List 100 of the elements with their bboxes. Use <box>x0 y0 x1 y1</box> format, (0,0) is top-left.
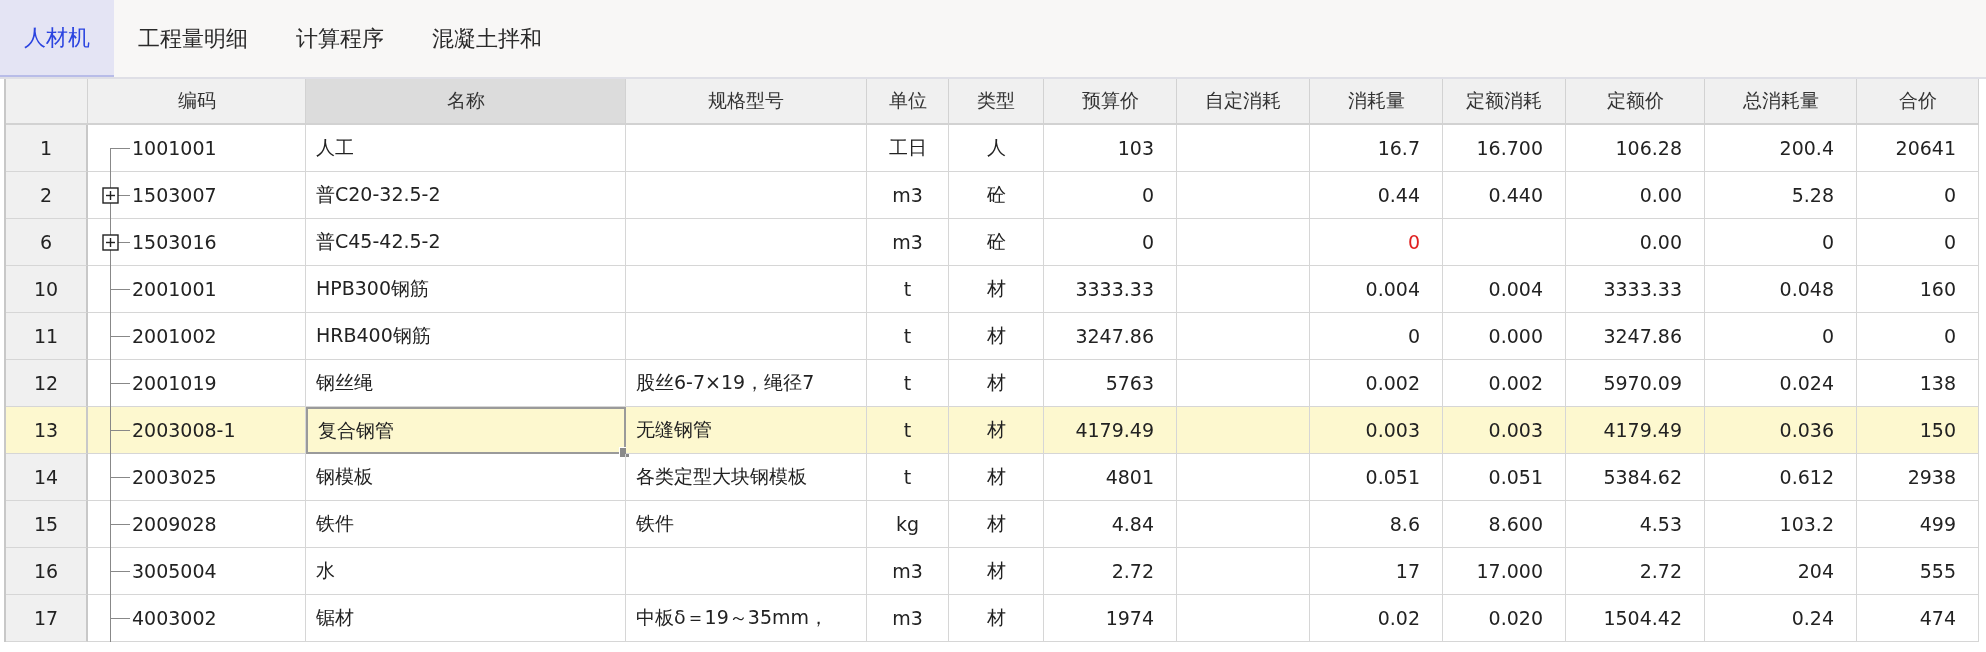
table-cell: 2003008-1 <box>132 419 236 441</box>
table-cell: 555 <box>1857 548 1979 595</box>
column-header[interactable]: 定额消耗 <box>1443 79 1566 125</box>
table-cell: m3 <box>867 219 949 266</box>
table-cell: 2.72 <box>1044 548 1177 595</box>
table-cell: 0.440 <box>1443 172 1566 219</box>
table-cell: 0 <box>1705 219 1857 266</box>
table-cell: 1503007 <box>132 184 217 206</box>
table-cell: 0 <box>1310 313 1443 360</box>
row-number: 13 <box>6 407 88 454</box>
table-cell: 474 <box>1857 595 1979 642</box>
table-cell: 2938 <box>1857 454 1979 501</box>
table-cell: 3333.33 <box>1044 266 1177 313</box>
column-header[interactable]: 单位 <box>867 79 949 125</box>
table-cell: t <box>867 407 949 454</box>
column-header[interactable]: 合价 <box>1857 79 1979 125</box>
table-cell: HRB400钢筋 <box>306 313 626 360</box>
table-cell: 材 <box>949 407 1044 454</box>
table-cell: 0.02 <box>1310 595 1443 642</box>
table-cell: 4003002 <box>132 607 217 629</box>
table-cell: 4.53 <box>1566 501 1705 548</box>
table-cell: 中板δ＝19～35mm， <box>626 595 867 642</box>
table-cell: 17 <box>1310 548 1443 595</box>
table-cell: 4.84 <box>1044 501 1177 548</box>
table-cell: 0 <box>1044 219 1177 266</box>
table-cell: 各类定型大块钢模板 <box>626 454 867 501</box>
column-header[interactable]: 规格型号 <box>626 79 867 125</box>
table-cell: 人 <box>949 125 1044 172</box>
table-cell: 1974 <box>1044 595 1177 642</box>
table-cell: 200.4 <box>1705 125 1857 172</box>
table-cell: 0.020 <box>1443 595 1566 642</box>
table-cell: 0.048 <box>1705 266 1857 313</box>
column-header[interactable]: 类型 <box>949 79 1044 125</box>
column-header[interactable]: 预算价 <box>1044 79 1177 125</box>
table-cell: 0.051 <box>1443 454 1566 501</box>
column-header[interactable]: 名称 <box>306 79 626 125</box>
table-cell: 106.28 <box>1566 125 1705 172</box>
table-cell: t <box>867 266 949 313</box>
table-cell: 材 <box>949 595 1044 642</box>
table-cell: 103.2 <box>1705 501 1857 548</box>
row-number: 15 <box>6 501 88 548</box>
row-number: 12 <box>6 360 88 407</box>
table-cell: 钢模板 <box>306 454 626 501</box>
table-cell: 0 <box>1857 219 1979 266</box>
table-cell: 5384.62 <box>1566 454 1705 501</box>
table-cell: 16.700 <box>1443 125 1566 172</box>
table-cell: m3 <box>867 548 949 595</box>
table-cell: t <box>867 313 949 360</box>
table-cell: 3333.33 <box>1566 266 1705 313</box>
table-cell: 0 <box>1705 313 1857 360</box>
tab[interactable]: 工程量明细 <box>114 0 272 77</box>
table-cell: 160 <box>1857 266 1979 313</box>
expand-icon[interactable] <box>102 187 119 204</box>
table-cell: 0.612 <box>1705 454 1857 501</box>
table-cell: 0 <box>1857 172 1979 219</box>
row-number: 1 <box>6 125 88 172</box>
column-header[interactable]: 总消耗量 <box>1705 79 1857 125</box>
table-cell: 4801 <box>1044 454 1177 501</box>
row-number: 2 <box>6 172 88 219</box>
column-header[interactable]: 自定消耗 <box>1177 79 1310 125</box>
table-cell: m3 <box>867 595 949 642</box>
table-cell: 0.036 <box>1705 407 1857 454</box>
table-cell: 17.000 <box>1443 548 1566 595</box>
table-cell: 0.000 <box>1443 313 1566 360</box>
table-cell: 2009028 <box>132 513 217 535</box>
table-cell: 1504.42 <box>1566 595 1705 642</box>
table-cell: 0 <box>1310 219 1443 266</box>
table-cell: 0.00 <box>1566 172 1705 219</box>
table-cell: 铁件 <box>626 501 867 548</box>
tab[interactable]: 人材机 <box>0 0 114 77</box>
table-cell: 无缝钢管 <box>626 407 867 454</box>
table-cell: 3247.86 <box>1044 313 1177 360</box>
table-cell: 水 <box>306 548 626 595</box>
table-cell: 20641 <box>1857 125 1979 172</box>
table-cell: 4179.49 <box>1566 407 1705 454</box>
row-number: 16 <box>6 548 88 595</box>
table-cell: 材 <box>949 266 1044 313</box>
table-cell: 4179.49 <box>1044 407 1177 454</box>
table-cell: kg <box>867 501 949 548</box>
table-cell: 砼 <box>949 172 1044 219</box>
table-cell: 普C45-42.5-2 <box>306 219 626 266</box>
tab[interactable]: 混凝土拌和 <box>408 0 566 77</box>
column-header[interactable]: 定额价 <box>1566 79 1705 125</box>
table-cell: 0.003 <box>1443 407 1566 454</box>
column-header[interactable]: 消耗量 <box>1310 79 1443 125</box>
table-cell: 1503016 <box>132 231 217 253</box>
row-number: 14 <box>6 454 88 501</box>
expand-icon[interactable] <box>102 234 119 251</box>
table-cell: 工日 <box>867 125 949 172</box>
table-cell: 0.003 <box>1310 407 1443 454</box>
tab[interactable]: 计算程序 <box>272 0 408 77</box>
column-header[interactable]: 编码 <box>88 79 306 125</box>
table-cell: 0.004 <box>1443 266 1566 313</box>
table-cell: 材 <box>949 454 1044 501</box>
table-cell: 砼 <box>949 219 1044 266</box>
table-cell: 0 <box>1857 313 1979 360</box>
row-number: 17 <box>6 595 88 642</box>
row-number: 11 <box>6 313 88 360</box>
table-cell: 0.24 <box>1705 595 1857 642</box>
table-cell: 3247.86 <box>1566 313 1705 360</box>
